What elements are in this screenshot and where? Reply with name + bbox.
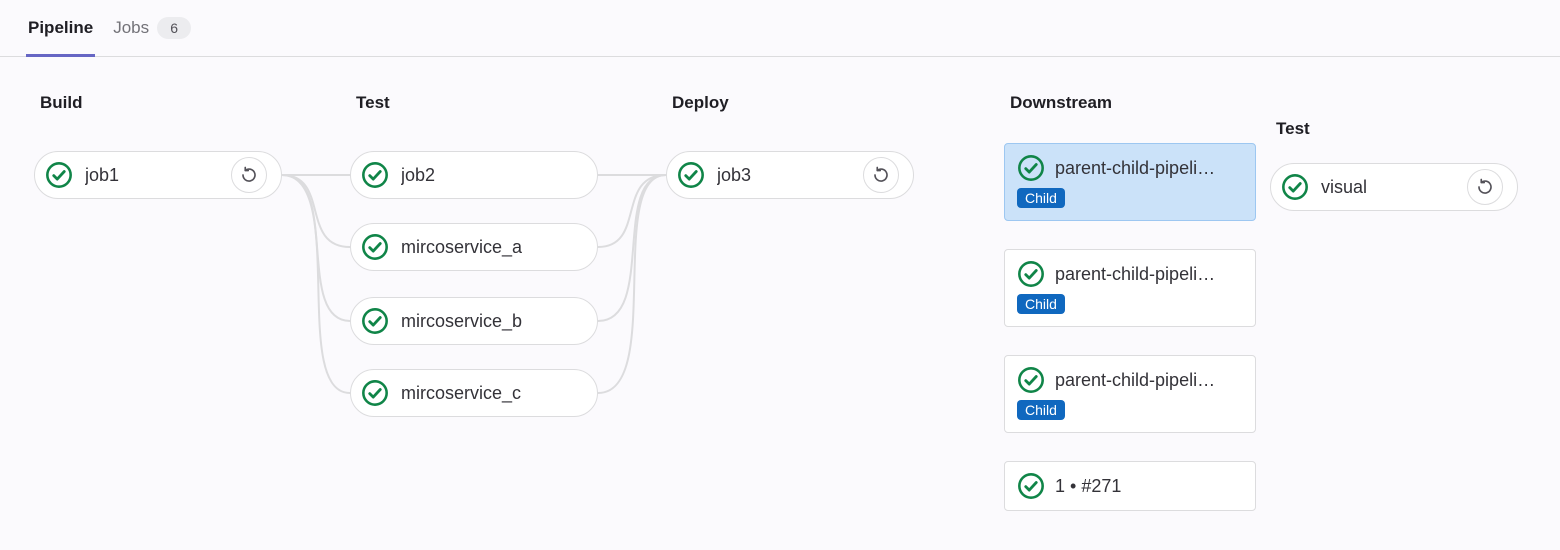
job-microservice-c[interactable]: mircoservice_c bbox=[350, 369, 598, 417]
status-success-icon bbox=[361, 161, 389, 189]
job-job2-label: job2 bbox=[401, 165, 583, 186]
downstream-card-4-title: 1 • #271 bbox=[1055, 476, 1243, 497]
job-job3[interactable]: job3 bbox=[666, 151, 914, 199]
tab-pipeline-label: Pipeline bbox=[28, 18, 93, 38]
child-badge: Child bbox=[1017, 188, 1065, 208]
status-success-icon bbox=[361, 379, 389, 407]
tab-jobs[interactable]: Jobs 6 bbox=[113, 0, 191, 56]
graph-connectors bbox=[0, 57, 1560, 550]
status-success-icon bbox=[1017, 472, 1045, 500]
tab-jobs-count: 6 bbox=[157, 17, 191, 39]
job-microservice-b[interactable]: mircoservice_b bbox=[350, 297, 598, 345]
tab-jobs-label: Jobs bbox=[113, 18, 149, 38]
status-success-icon bbox=[1281, 173, 1309, 201]
pipeline-graph: Build Test Deploy Downstream Test job1 j… bbox=[0, 57, 1560, 550]
status-success-icon bbox=[361, 307, 389, 335]
status-success-icon bbox=[1017, 260, 1045, 288]
stage-title-test: Test bbox=[356, 93, 390, 113]
downstream-card-2[interactable]: parent-child-pipeli… Child bbox=[1004, 249, 1256, 327]
job-job1-label: job1 bbox=[85, 165, 219, 186]
tab-pipeline[interactable]: Pipeline bbox=[28, 0, 93, 56]
downstream-card-4[interactable]: 1 • #271 bbox=[1004, 461, 1256, 511]
stage-title-build: Build bbox=[40, 93, 83, 113]
status-success-icon bbox=[1017, 154, 1045, 182]
downstream-card-1[interactable]: parent-child-pipeli… Child bbox=[1004, 143, 1256, 221]
child-badge: Child bbox=[1017, 400, 1065, 420]
status-success-icon bbox=[677, 161, 705, 189]
downstream-card-2-title: parent-child-pipeli… bbox=[1055, 264, 1243, 285]
job-microservice-a[interactable]: mircoservice_a bbox=[350, 223, 598, 271]
stage-title-downstream: Downstream bbox=[1010, 93, 1112, 113]
job-visual-label: visual bbox=[1321, 177, 1455, 198]
job-microservice-b-label: mircoservice_b bbox=[401, 311, 583, 332]
downstream-card-3-title: parent-child-pipeli… bbox=[1055, 370, 1243, 391]
job-microservice-c-label: mircoservice_c bbox=[401, 383, 583, 404]
job-job3-label: job3 bbox=[717, 165, 851, 186]
stage-title-test2: Test bbox=[1276, 119, 1310, 139]
job-job2[interactable]: job2 bbox=[350, 151, 598, 199]
retry-button[interactable] bbox=[1467, 169, 1503, 205]
status-success-icon bbox=[45, 161, 73, 189]
child-badge: Child bbox=[1017, 294, 1065, 314]
status-success-icon bbox=[361, 233, 389, 261]
job-microservice-a-label: mircoservice_a bbox=[401, 237, 583, 258]
downstream-card-1-title: parent-child-pipeli… bbox=[1055, 158, 1243, 179]
job-visual[interactable]: visual bbox=[1270, 163, 1518, 211]
tab-bar: Pipeline Jobs 6 bbox=[0, 0, 1560, 57]
retry-button[interactable] bbox=[231, 157, 267, 193]
job-job1[interactable]: job1 bbox=[34, 151, 282, 199]
stage-title-deploy: Deploy bbox=[672, 93, 729, 113]
status-success-icon bbox=[1017, 366, 1045, 394]
retry-button[interactable] bbox=[863, 157, 899, 193]
downstream-card-3[interactable]: parent-child-pipeli… Child bbox=[1004, 355, 1256, 433]
